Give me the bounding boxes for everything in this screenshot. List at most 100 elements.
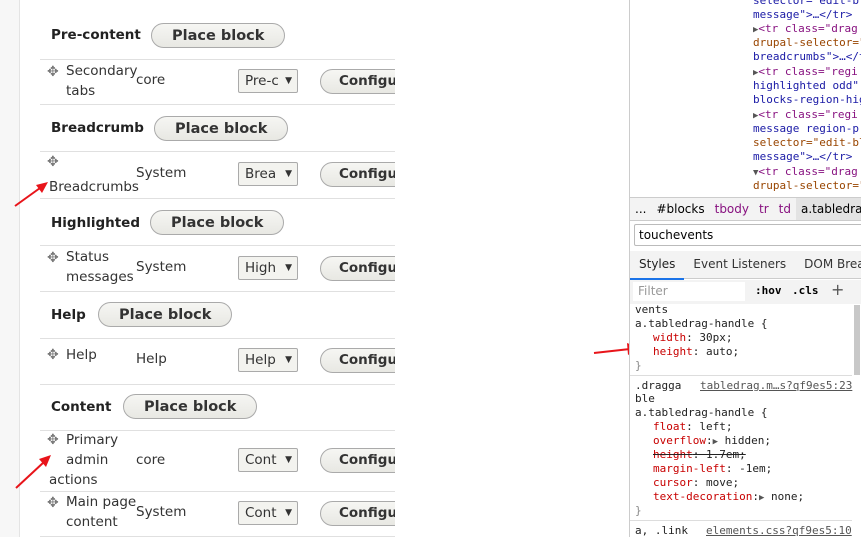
dom-line[interactable]: ▶<tr class="regi [753,108,858,123]
css-property[interactable]: cursor: move; [653,476,739,490]
dom-line[interactable]: message region-p [753,122,859,136]
dom-line[interactable]: selector="edit-bl [753,136,861,150]
cls-toggle[interactable]: .cls [792,284,819,297]
block-category: System [136,165,187,181]
expand-triangle-icon[interactable]: ▶ [759,493,764,503]
region-title-help: Help [51,307,86,323]
divider [40,338,395,339]
configure-button[interactable]: Configure [320,448,395,473]
css-property[interactable]: width: 30px; [653,331,733,345]
region-select[interactable]: Brea ▼ [238,162,298,186]
configure-button[interactable]: Configure [320,348,395,373]
breadcrumb-item[interactable]: #blocks [651,198,709,220]
dropdown-arrow-icon: ▼ [285,263,292,273]
block-category: System [136,504,187,520]
divider [40,59,395,60]
prop-value: move; [706,476,740,489]
place-block-button-content[interactable]: Place block [123,394,258,419]
dropdown-arrow-icon: ▼ [285,355,292,365]
block-name-help: Help [66,347,97,363]
region-title-pre-content: Pre-content [51,27,141,43]
drag-handle-icon[interactable]: ✥ [47,250,59,266]
dom-line[interactable]: breadcrumbs">…</t [753,50,861,64]
breadcrumb-ellipsis[interactable]: ... [630,198,651,220]
styles-scrollbar[interactable] [854,305,860,375]
prop-name: margin-left [653,462,726,475]
region-select[interactable]: High ▼ [238,256,298,280]
configure-button[interactable]: Configure [320,69,395,94]
dom-line[interactable]: message">…</tr> [753,150,852,164]
dom-line[interactable]: ▼<tr class="drag [753,165,858,180]
dom-line[interactable]: blocks-region-hig [753,93,861,107]
styles-tabs: StylesEvent ListenersDOM Breakpoints [630,251,861,280]
tab-styles[interactable]: Styles [630,251,685,280]
breadcrumb-item-selected[interactable]: a.tabledrag-handle [795,198,861,220]
block-name-line: messages [66,269,134,285]
dom-tag: <tr class="regi [758,108,858,121]
page-blank-area [395,0,629,537]
rule-selector: a.tabledrag-handle { [635,406,768,419]
dom-search-input[interactable]: touchevents [634,224,861,246]
region-select[interactable]: Cont ▼ [238,448,298,472]
css-property-overridden[interactable]: height: 1.7em; [653,448,746,462]
new-rule-plus-icon[interactable]: + [831,280,844,299]
region-select[interactable]: Pre-c ▼ [238,69,298,93]
dom-line[interactable]: highlighted odd" [753,79,859,93]
css-property[interactable]: height: auto; [653,345,739,359]
annotation-arrow-icon [14,182,48,207]
rule-source-link[interactable]: elements.css?qf9es5:10 [706,524,852,537]
region-select-value: Brea [245,166,277,182]
hov-toggle[interactable]: :hov [755,284,782,297]
dom-line[interactable]: drupal-selector=" [753,36,861,50]
region-select[interactable]: Cont ▼ [238,501,298,525]
dom-breadcrumbs: ...#blockstbodytrtda.tabledrag-handle [630,197,861,221]
block-name-line: Secondary [66,63,138,79]
place-block-button-pre-content[interactable]: Place block [151,23,286,48]
dom-tag: <tr class="drag [758,165,858,178]
prop-value: hidden; [724,434,772,447]
drag-handle-icon[interactable]: ✥ [47,347,59,363]
place-block-button-help[interactable]: Place block [98,302,233,327]
dropdown-arrow-icon: ▼ [285,76,292,86]
expand-triangle-icon[interactable]: ▶ [713,437,718,447]
dom-line[interactable]: ▶<tr class="regi [753,65,858,80]
configure-button[interactable]: Configure [320,162,395,187]
drag-handle-icon[interactable]: ✥ [47,154,59,170]
prop-value: 30px; [699,331,733,344]
dom-line[interactable]: selector="edit-b [753,0,859,8]
styles-filter-input[interactable]: Filter [633,282,745,301]
breadcrumb-item[interactable]: td [774,198,796,220]
breadcrumb-item[interactable]: tr [754,198,774,220]
prop-name: height [653,448,693,461]
place-block-button-breadcrumb[interactable]: Place block [154,116,289,141]
dom-line[interactable]: drupal-selector=" [753,179,861,193]
rule-close: } [635,504,642,517]
block-category: Help [136,351,167,367]
configure-button[interactable]: Configure [320,501,395,526]
divider [630,520,852,521]
region-select-value: Pre-c [245,73,279,89]
place-block-button-highlighted[interactable]: Place block [150,210,285,235]
divider [40,384,395,385]
region-select[interactable]: Help ▼ [238,348,298,372]
rule-source-link[interactable]: tabledrag.m…s?qf9es5:23 [700,379,852,393]
dom-line[interactable]: message">…</tr> [753,8,852,22]
breadcrumb-item[interactable]: tbody [710,198,754,220]
block-name-line: Main page [66,494,137,510]
drag-handle-icon[interactable]: ✥ [47,495,59,511]
region-select-value: Cont [245,505,277,521]
css-property[interactable]: text-decoration:▶ none; [653,490,804,505]
css-property[interactable]: float: left; [653,420,733,434]
block-name-primary-admin-actions: Primary admin [66,430,118,470]
block-category: core [136,452,166,468]
configure-button[interactable]: Configure [320,256,395,281]
drag-handle-icon[interactable]: ✥ [47,432,59,448]
css-property[interactable]: margin-left: -1em; [653,462,772,476]
block-name-line: Primary [66,432,119,448]
tab-dom-breakpoints[interactable]: DOM Breakpoints [795,251,861,278]
dom-line[interactable]: ▶<tr class="drag [753,22,858,37]
drag-handle-icon[interactable]: ✥ [47,64,59,80]
css-property[interactable]: overflow:▶ hidden; [653,434,771,449]
tab-event-listeners[interactable]: Event Listeners [684,251,795,278]
rule-selector: ble [635,392,655,405]
